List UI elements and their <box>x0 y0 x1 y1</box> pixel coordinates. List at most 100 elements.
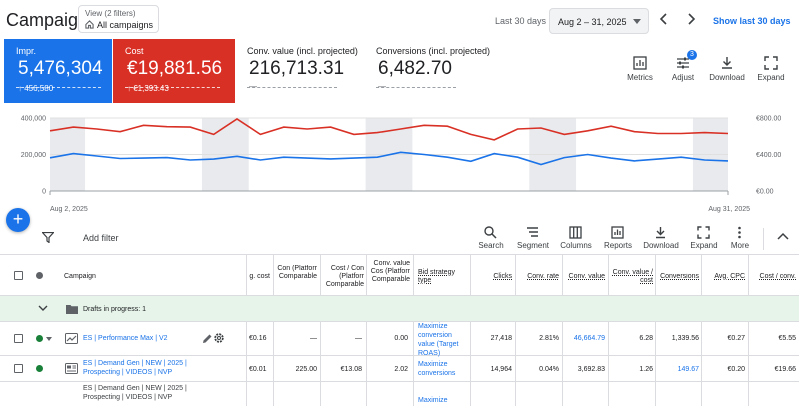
col-conversions[interactable]: Conversions <box>657 273 699 281</box>
home-icon <box>85 20 94 29</box>
cell-conversions-comparable: — <box>310 335 317 342</box>
metric-value: 6,482.70 <box>378 58 452 79</box>
right-axis-tick-label: €800.00 <box>756 116 781 123</box>
col-avg-cpc[interactable]: Avg. CPC <box>703 273 745 281</box>
campaign-name-link[interactable]: ES | Demand Gen | NEW | 2025 | Prospecti… <box>83 359 198 377</box>
cell-avg-cost: €0.01 <box>249 366 267 373</box>
chevron-down-icon[interactable] <box>38 305 48 312</box>
more-vert-icon <box>733 226 746 239</box>
table-header: Campaign g. cost Con (Platforr Comparabl… <box>0 254 799 296</box>
range-label: Last 30 days <box>495 16 547 26</box>
cell-conv-value-per-cost: 6.28 <box>639 335 653 342</box>
cell-cost-per-conv-comparable: €13.08 <box>340 366 362 373</box>
table-row[interactable]: ES | Performance Max | V2 €0.16 — — 0.00… <box>0 322 799 358</box>
metric-card-conv-value[interactable]: Conv. value (incl. projected) 216,713.31… <box>235 39 363 103</box>
more-label: More <box>730 241 750 250</box>
download-icon <box>654 226 667 239</box>
fullscreen-icon <box>697 226 710 239</box>
cell-value-cost-comparable: 0.00 <box>394 335 408 342</box>
cell-avg-cost: €0.16 <box>249 335 267 342</box>
cell-cost-per-conv: €5.55 <box>778 335 796 342</box>
metric-value: 5,476,304 <box>18 58 103 79</box>
col-conv-value-per-cost[interactable]: Conv. value / cost <box>611 269 653 285</box>
status-header-dot[interactable] <box>36 272 43 279</box>
cell-cost-per-conv-comparable: — <box>355 335 362 342</box>
cell-avg-cpc: €0.20 <box>727 366 745 373</box>
settings-gear-icon[interactable] <box>213 332 225 344</box>
columns-icon <box>569 226 582 239</box>
metric-card-impressions[interactable]: Impr. 5,476,304 ↑ 456,580 <box>4 39 112 103</box>
search-icon <box>484 226 497 239</box>
metric-card-cost[interactable]: Cost €19,881.56 ↑ €1,393.43 <box>113 39 235 103</box>
plus-icon: + <box>12 209 24 229</box>
date-range-text: Aug 2 – 31, 2025 <box>558 17 627 27</box>
reports-icon <box>611 226 624 239</box>
campaign-name-text[interactable]: ES | Demand Gen | NEW | 2025 | Prospecti… <box>83 384 198 402</box>
campaign-name-link[interactable]: ES | Performance Max | V2 <box>83 334 168 343</box>
left-axis-tick-label: 0 <box>42 189 46 196</box>
caret-down-icon[interactable] <box>46 337 52 341</box>
col-value-cost-comparable[interactable]: Conv. value Cos (Platforr Comparable <box>368 260 410 296</box>
metric-delta: ↑ €1,393.43 <box>127 84 169 93</box>
metric-label: Conversions (incl. projected) <box>376 46 491 56</box>
trend-chart-icon <box>65 333 78 344</box>
col-conversions-comparable[interactable]: Con (Platforr Comparable <box>275 265 317 295</box>
fullscreen-icon <box>764 56 778 70</box>
caret-down-icon <box>633 19 641 24</box>
filter-icon[interactable] <box>42 232 54 243</box>
cell-conv-rate: 2.81% <box>539 335 559 342</box>
col-avg-cost[interactable]: g. cost <box>245 273 270 281</box>
metrics-label: Metrics <box>627 73 653 82</box>
edit-icon[interactable] <box>202 333 213 344</box>
select-all-checkbox[interactable] <box>14 271 23 280</box>
add-button[interactable]: + <box>6 208 30 232</box>
row-checkbox[interactable] <box>14 334 23 343</box>
metric-label: Cost <box>125 46 144 56</box>
add-filter[interactable]: Add filter <box>83 233 119 243</box>
adjust-label: Adjust <box>671 73 695 82</box>
performance-line-chart: 400,000 €800.00 200,000 €400.00 0 €0.00 Aug 2,… <box>21 116 782 214</box>
metric-label: Conv. value (incl. projected) <box>247 46 358 56</box>
drafts-label: Drafts in progress: 1 <box>83 306 147 313</box>
metric-delta: — <box>378 82 386 91</box>
cell-bid-strategy[interactable]: Maximize conversion value (Target ROAS) <box>418 322 468 358</box>
expand-label: Expand <box>757 73 785 82</box>
drafts-row[interactable]: Drafts in progress: 1 <box>0 296 799 322</box>
cell-clicks: 27,418 <box>490 335 512 342</box>
col-cost-per-conv[interactable]: Cost / conv. <box>750 273 796 281</box>
col-clicks[interactable]: Clicks <box>472 273 512 281</box>
cell-conversions[interactable]: 149.67 <box>657 365 699 374</box>
metric-delta: ↑ 456,580 <box>18 84 54 93</box>
metric-card-conversions[interactable]: Conversions (incl. projected) 6,482.70 — <box>364 39 492 103</box>
view-filters-label: View (2 filters) <box>85 9 136 18</box>
cell-conv-value[interactable]: 46,664.79 <box>563 334 605 343</box>
col-conv-rate[interactable]: Conv. rate <box>517 273 559 281</box>
view-selector[interactable]: View (2 filters) All campaigns <box>78 5 159 33</box>
col-bid-strategy-type[interactable]: Bid strategy type <box>418 269 468 285</box>
col-conv-value[interactable]: Conv. value <box>563 273 605 281</box>
metric-value: €19,881.56 <box>127 58 223 79</box>
cell-value-cost-comparable: 2.02 <box>394 366 408 373</box>
cell-bid-strategy[interactable]: Maximize <box>418 396 468 405</box>
cell-conversions-comparable: 225.00 <box>295 366 317 373</box>
status-enabled-dot[interactable] <box>36 335 43 342</box>
table-row[interactable]: ES | Demand Gen | NEW | 2025 | Prospecti… <box>0 356 799 382</box>
cell-bid-strategy[interactable]: Maximize conversions <box>418 360 468 378</box>
folder-icon <box>66 304 78 314</box>
col-cost-per-conv-comparable[interactable]: Cost / Con (Platforr Comparable <box>322 265 364 295</box>
x-axis-tick-label: Aug 2, 2025 <box>50 206 88 213</box>
segment-icon <box>526 226 539 239</box>
row-checkbox[interactable] <box>14 364 23 373</box>
table-row[interactable]: ES | Demand Gen | NEW | 2025 | Prospecti… <box>0 382 799 406</box>
date-range-picker[interactable]: Aug 2 – 31, 2025 <box>549 8 649 34</box>
chevron-up-icon[interactable] <box>777 232 789 240</box>
col-campaign[interactable]: Campaign <box>64 273 96 281</box>
chevron-right-icon[interactable] <box>683 11 699 27</box>
segment-label: Segment <box>516 241 550 250</box>
search-label: Search <box>478 241 504 250</box>
chevron-left-icon[interactable] <box>656 11 672 27</box>
cell-cost-per-conv: €19.66 <box>774 366 796 373</box>
status-enabled-dot[interactable] <box>36 365 43 372</box>
adjust-count-badge: 3 <box>687 50 697 60</box>
show-last-30-days-link[interactable]: Show last 30 days <box>713 16 791 26</box>
